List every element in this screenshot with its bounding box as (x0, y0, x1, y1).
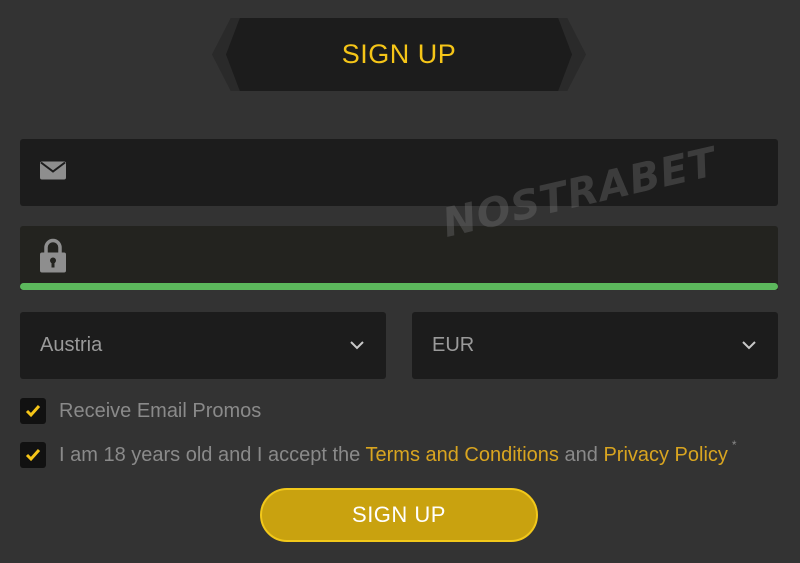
terms-label: I am 18 years old and I accept the Terms… (59, 438, 737, 467)
terms-and: and (564, 443, 598, 466)
currency-value: EUR (432, 334, 475, 356)
password-field[interactable] (20, 226, 778, 290)
terms-checkbox[interactable] (20, 442, 46, 468)
chevron-down-icon (350, 337, 364, 355)
terms-prefix: I am 18 years old and I accept the (59, 443, 361, 466)
signup-button[interactable]: SIGN UP (260, 488, 538, 542)
country-select[interactable]: Austria (20, 312, 386, 379)
terms-row: I am 18 years old and I accept the Terms… (20, 438, 737, 468)
privacy-link[interactable]: Privacy Policy (603, 444, 727, 466)
header-banner: SIGN UP (226, 18, 572, 91)
promos-label: Receive Email Promos (59, 399, 262, 422)
password-strength-bar (20, 283, 778, 290)
required-asterisk: * (731, 437, 737, 452)
check-icon (25, 405, 41, 418)
country-value: Austria (40, 334, 103, 356)
envelope-icon (40, 161, 66, 184)
check-icon (25, 449, 41, 462)
signup-header: SIGN UP (212, 18, 586, 91)
currency-select[interactable]: EUR (412, 312, 778, 379)
promos-checkbox[interactable] (20, 398, 46, 424)
page-title: SIGN UP (341, 39, 457, 69)
terms-link[interactable]: Terms and Conditions (366, 444, 559, 466)
promos-row: Receive Email Promos (20, 398, 261, 424)
lock-icon (40, 238, 66, 278)
chevron-down-icon (742, 337, 756, 355)
